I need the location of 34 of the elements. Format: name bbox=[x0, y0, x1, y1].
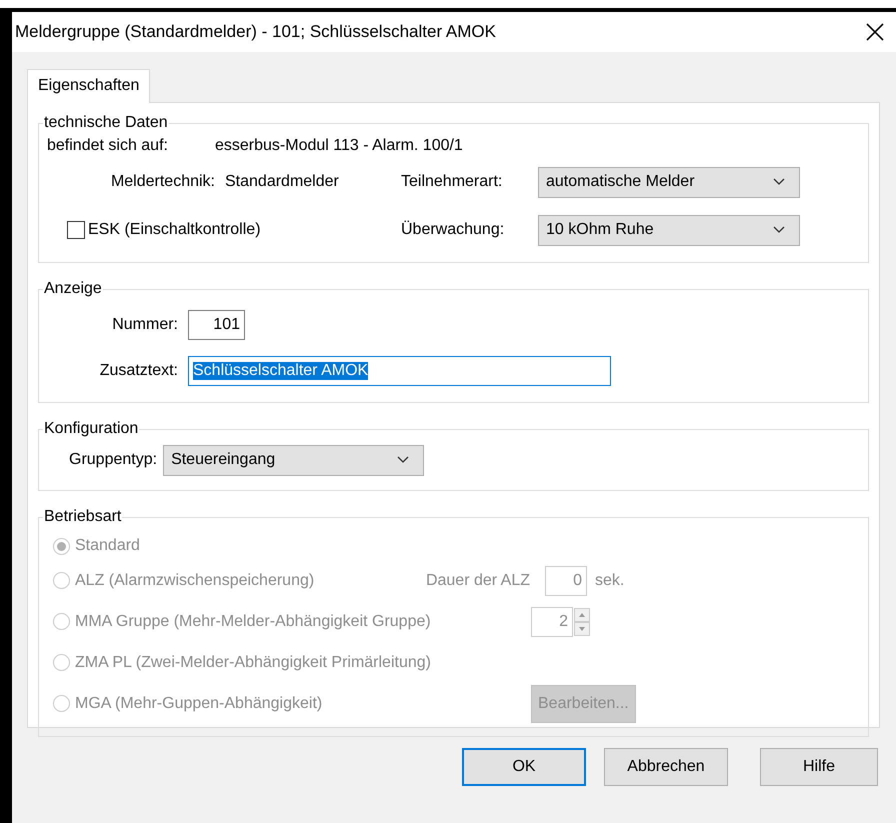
radio-label: ZMA PL (Zwei-Melder-Abhängigkeit Primärleitung) bbox=[75, 654, 431, 672]
group-title: Konfiguration bbox=[43, 420, 140, 438]
field-value: Standardmelder bbox=[225, 173, 340, 191]
radio-label: ALZ (Alarmzwischenspeicherung) bbox=[75, 572, 314, 590]
field-value: esserbus-Modul 113 - Alarm. 100/1 bbox=[215, 137, 463, 155]
close-icon[interactable] bbox=[866, 23, 884, 41]
dropdown[interactable]: automatische Melder bbox=[538, 166, 800, 198]
radio-label: MGA (Mehr-Guppen-Abhängigkeit) bbox=[75, 694, 322, 712]
checkbox[interactable] bbox=[67, 221, 85, 239]
radio-label: Standard bbox=[75, 537, 140, 555]
tab[interactable]: Eigenschaften bbox=[27, 69, 150, 103]
unit-label: sek. bbox=[595, 572, 624, 590]
dropdown[interactable]: 10 kOhm Ruhe bbox=[538, 214, 800, 246]
chevron-icon bbox=[773, 226, 785, 234]
dialog-button[interactable]: Abbrechen bbox=[604, 748, 728, 786]
radio-label: MMA Gruppe (Mehr-Melder-Abhängigkeit Gruppe) bbox=[75, 612, 431, 630]
field-label: Gruppentyp: bbox=[69, 451, 158, 469]
field-label: Dauer der ALZ bbox=[424, 572, 530, 590]
dropdown[interactable]: Steuereingang bbox=[163, 444, 424, 476]
field-label: Überwachung: bbox=[401, 221, 506, 239]
field-label: Teilnehmerart: bbox=[401, 173, 504, 191]
field-label: Meldertechnik: bbox=[110, 173, 216, 191]
window-title: Meldergruppe (Standardmelder) - 101; Schlüsselschalter AMOK bbox=[15, 22, 496, 42]
number-field[interactable]: 101 bbox=[188, 310, 245, 340]
chevron-icon bbox=[773, 178, 785, 186]
field-label: befindet sich auf: bbox=[47, 137, 169, 155]
field-label: Nummer: bbox=[111, 316, 179, 334]
text-field[interactable]: Schlüsselschalter AMOK bbox=[188, 356, 611, 386]
checkbox-label: ESK (Einschaltkontrolle) bbox=[88, 221, 261, 239]
dialog-button[interactable]: Hilfe bbox=[760, 748, 878, 786]
dialog-button[interactable]: OK bbox=[462, 748, 586, 786]
chevron-icon bbox=[397, 456, 410, 464]
field-label: Zusatztext: bbox=[98, 362, 179, 380]
group-title: Anzeige bbox=[43, 280, 103, 298]
